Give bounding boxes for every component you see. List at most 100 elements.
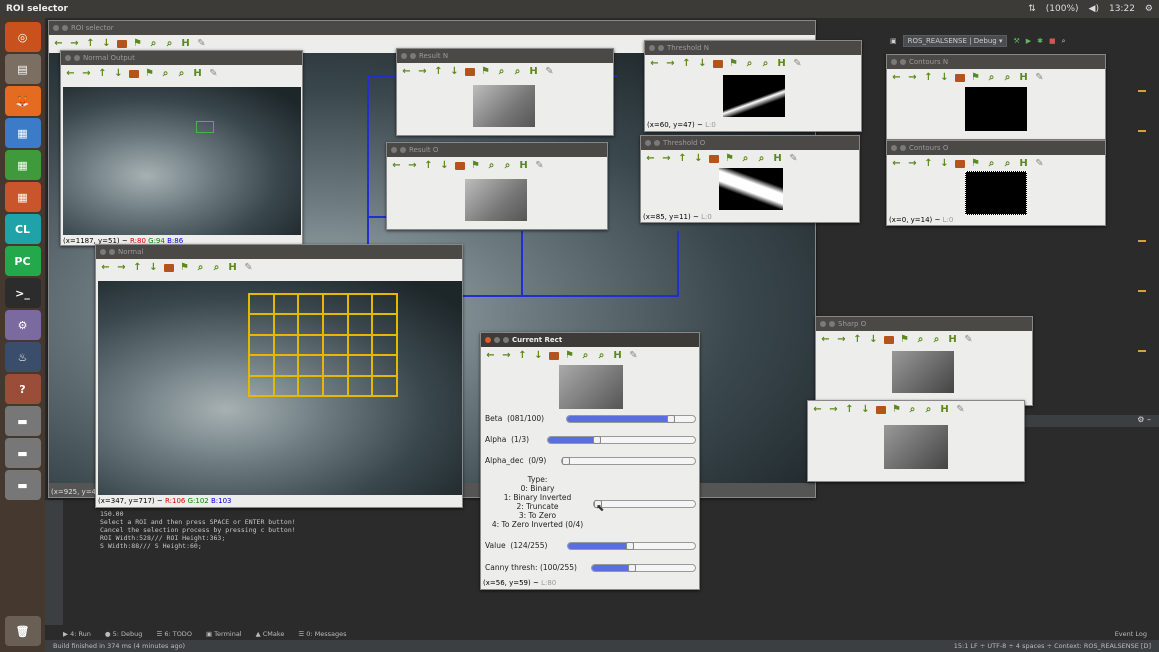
- zoom-out-icon[interactable]: ⌕: [596, 351, 607, 362]
- close-dot[interactable]: [401, 53, 407, 59]
- properties-icon[interactable]: ✎: [955, 405, 966, 416]
- pan-up-icon[interactable]: ↑: [517, 351, 528, 362]
- stop-icon[interactable]: ■: [1049, 37, 1056, 45]
- pan-left-icon[interactable]: ←: [100, 263, 111, 274]
- zoom-area-icon[interactable]: ⚑: [132, 39, 143, 50]
- pan-right-icon[interactable]: →: [407, 161, 418, 172]
- zoom-fit-icon[interactable]: [713, 60, 723, 68]
- run-icon[interactable]: ▶: [1026, 37, 1031, 45]
- settings-icon[interactable]: ⚙ –: [1137, 415, 1151, 424]
- search-icon[interactable]: ⌕: [1062, 37, 1066, 46]
- save-icon[interactable]: H: [180, 39, 191, 50]
- minimize-dot[interactable]: [109, 249, 115, 255]
- files-icon[interactable]: ▤: [4, 54, 41, 84]
- sharp-image[interactable]: [884, 425, 948, 469]
- zoom-area-icon[interactable]: ⚑: [470, 161, 481, 172]
- run-configuration-select[interactable]: ROS_REALSENSE | Debug ▾: [902, 35, 1008, 47]
- close-dot[interactable]: [645, 140, 651, 146]
- pan-left-icon[interactable]: ←: [820, 335, 831, 346]
- save-icon[interactable]: H: [518, 161, 529, 172]
- volume-icon[interactable]: ◀): [1089, 4, 1099, 14]
- close-dot[interactable]: [891, 145, 897, 151]
- properties-icon[interactable]: ✎: [963, 335, 974, 346]
- zoom-out-icon[interactable]: ⌕: [502, 161, 513, 172]
- properties-icon[interactable]: ✎: [788, 154, 799, 165]
- pycharm-icon[interactable]: PC: [4, 246, 41, 276]
- beta-slider[interactable]: [566, 415, 696, 423]
- zoom-fit-icon[interactable]: [455, 162, 465, 170]
- minimize-dot[interactable]: [658, 45, 664, 51]
- network-icon[interactable]: ⇅: [1028, 4, 1036, 14]
- threshold-image[interactable]: [719, 168, 783, 210]
- pan-down-icon[interactable]: ↓: [939, 73, 950, 84]
- pan-up-icon[interactable]: ↑: [923, 159, 934, 170]
- pan-right-icon[interactable]: →: [501, 351, 512, 362]
- result-image[interactable]: [465, 179, 527, 221]
- pan-down-icon[interactable]: ↓: [113, 69, 124, 80]
- minimize-dot[interactable]: [494, 337, 500, 343]
- zoom-fit-icon[interactable]: [164, 264, 174, 272]
- tab-run[interactable]: ▶ 4: Run: [63, 630, 91, 638]
- zoom-out-icon[interactable]: ⌕: [1002, 73, 1013, 84]
- help-icon[interactable]: ?: [4, 374, 41, 404]
- save-icon[interactable]: H: [1018, 159, 1029, 170]
- zoom-fit-icon[interactable]: [955, 74, 965, 82]
- build-icon[interactable]: ⚒: [1013, 37, 1019, 45]
- close-dot[interactable]: [485, 337, 491, 343]
- zoom-out-icon[interactable]: ⌕: [211, 263, 222, 274]
- zoom-area-icon[interactable]: ⚑: [179, 263, 190, 274]
- zoom-in-icon[interactable]: ⌕: [496, 67, 507, 78]
- pan-up-icon[interactable]: ↑: [423, 161, 434, 172]
- zoom-out-icon[interactable]: ⌕: [923, 405, 934, 416]
- properties-icon[interactable]: ✎: [534, 161, 545, 172]
- properties-icon[interactable]: ✎: [1034, 73, 1045, 84]
- pan-left-icon[interactable]: ←: [645, 154, 656, 165]
- pan-up-icon[interactable]: ↑: [923, 73, 934, 84]
- result-image[interactable]: [473, 85, 535, 127]
- close-dot[interactable]: [100, 249, 106, 255]
- pan-left-icon[interactable]: ←: [401, 67, 412, 78]
- zoom-area-icon[interactable]: ⚑: [970, 159, 981, 170]
- pan-right-icon[interactable]: →: [417, 67, 428, 78]
- zoom-fit-icon[interactable]: [465, 68, 475, 76]
- zoom-area-icon[interactable]: ⚑: [891, 405, 902, 416]
- pan-right-icon[interactable]: →: [116, 263, 127, 274]
- zoom-in-icon[interactable]: ⌕: [740, 154, 751, 165]
- pan-up-icon[interactable]: ↑: [97, 69, 108, 80]
- pan-up-icon[interactable]: ↑: [132, 263, 143, 274]
- zoom-fit-icon[interactable]: [876, 406, 886, 414]
- drive-icon[interactable]: ▬: [4, 470, 41, 500]
- pan-left-icon[interactable]: ←: [891, 73, 902, 84]
- minimize-dot[interactable]: [400, 147, 406, 153]
- pan-down-icon[interactable]: ↓: [449, 67, 460, 78]
- zoom-in-icon[interactable]: ⌕: [195, 263, 206, 274]
- alpha-knob[interactable]: [592, 436, 601, 444]
- tab-messages[interactable]: ☰ 0: Messages: [298, 630, 346, 638]
- value-knob[interactable]: [626, 542, 635, 550]
- zoom-in-icon[interactable]: ⌕: [986, 159, 997, 170]
- zoom-out-icon[interactable]: ⌕: [164, 39, 175, 50]
- zoom-fit-icon[interactable]: [884, 336, 894, 344]
- zoom-out-icon[interactable]: ⌕: [512, 67, 523, 78]
- camera-image[interactable]: [63, 87, 301, 235]
- pan-down-icon[interactable]: ↓: [868, 335, 879, 346]
- steam-icon[interactable]: ♨: [4, 342, 41, 372]
- zoom-out-icon[interactable]: ⌕: [931, 335, 942, 346]
- save-icon[interactable]: H: [772, 154, 783, 165]
- contours-image[interactable]: [965, 87, 1027, 131]
- pan-up-icon[interactable]: ↑: [852, 335, 863, 346]
- zoom-area-icon[interactable]: ⚑: [724, 154, 735, 165]
- minimize-dot[interactable]: [829, 321, 835, 327]
- battery-status[interactable]: (100%): [1046, 4, 1079, 14]
- zoom-fit-icon[interactable]: [549, 352, 559, 360]
- pan-right-icon[interactable]: →: [81, 69, 92, 80]
- pan-left-icon[interactable]: ←: [891, 159, 902, 170]
- clion-icon[interactable]: CL: [4, 214, 41, 244]
- roi-preview-image[interactable]: [559, 365, 623, 409]
- pan-down-icon[interactable]: ↓: [939, 159, 950, 170]
- pan-left-icon[interactable]: ←: [485, 351, 496, 362]
- pan-right-icon[interactable]: →: [907, 159, 918, 170]
- properties-icon[interactable]: ✎: [1034, 159, 1045, 170]
- save-icon[interactable]: H: [192, 69, 203, 80]
- zoom-area-icon[interactable]: ⚑: [728, 59, 739, 70]
